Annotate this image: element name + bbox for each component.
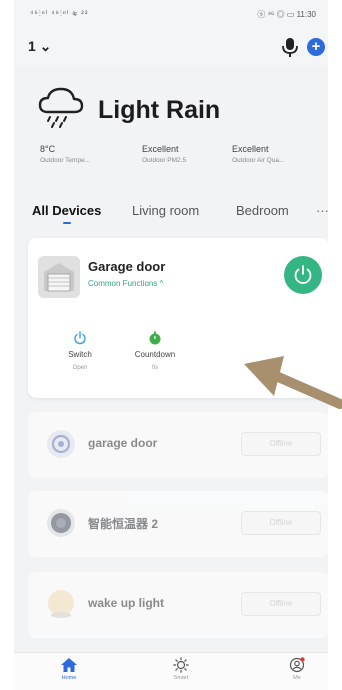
status-clock-text: ⓢ ⁴⁶ ◎ ▭ 11:30 <box>257 10 316 19</box>
more-tabs-button[interactable]: ··· <box>316 203 328 218</box>
nav-label: Smart <box>173 675 189 681</box>
weather-stat-air-quality: Excellent Outdoor Air Qua... <box>232 144 284 164</box>
tab-bedroom[interactable]: Bedroom <box>236 203 289 218</box>
rain-cloud-icon <box>36 86 88 130</box>
garage-door-icon <box>38 256 80 298</box>
offline-badge: Offline <box>241 511 321 535</box>
top-bar: 1 ⌄ + <box>14 30 328 66</box>
status-bar: ⁴⁶⫶ⁿˡ ⁴⁶⫶ⁿˡ ≋ ²² ⓢ ⁴⁶ ◎ ▭ 11:30 <box>14 0 328 30</box>
home-selector[interactable]: 1 ⌄ <box>28 38 51 55</box>
weather-stat-value: Excellent <box>142 144 179 154</box>
tab-all-devices[interactable]: All Devices <box>32 203 101 218</box>
room-tabs: All Devices Living room Bedroom ··· <box>14 200 328 224</box>
device-name: garage door <box>88 436 158 450</box>
bottom-navigation: Home Smart Me <box>14 652 328 690</box>
microphone-icon[interactable] <box>280 36 300 58</box>
weather-stat-temperature: 8°C Outdoor Tempe... <box>40 144 90 164</box>
light-icon <box>45 588 77 620</box>
function-switch[interactable]: Switch Open <box>50 330 110 371</box>
thermostat-icon <box>45 507 77 539</box>
common-functions-toggle[interactable]: Common Functions ^ <box>88 279 163 288</box>
nav-smart[interactable]: Smart <box>156 657 206 681</box>
offline-badge: Offline <box>241 432 321 456</box>
weather-stat-label: Outdoor PM2.5 <box>142 157 187 164</box>
weather-stat-pm25: Excellent Outdoor PM2.5 <box>142 144 186 164</box>
app-screen: ⁴⁶⫶ⁿˡ ⁴⁶⫶ⁿˡ ≋ ²² ⓢ ⁴⁶ ◎ ▭ 11:30 1 ⌄ + Li… <box>14 0 328 690</box>
function-name: Switch <box>68 350 92 359</box>
power-button[interactable] <box>284 256 322 294</box>
weather-stat-value: 8°C <box>40 144 56 154</box>
function-value: 0s <box>151 365 159 371</box>
device-name: Garage door <box>88 259 166 274</box>
function-name: Countdown <box>134 350 176 359</box>
nav-label: Me <box>293 675 301 681</box>
timer-icon <box>125 330 185 346</box>
add-device-button[interactable]: + <box>307 38 325 56</box>
weather-stat-label: Outdoor Tempe... <box>40 157 91 164</box>
function-countdown[interactable]: Countdown 0s <box>125 330 185 371</box>
device-card-offline[interactable]: wake up light Offline <box>28 572 328 638</box>
device-name: 智能恒温器 2 <box>88 517 159 531</box>
status-signal-text: ⁴⁶⫶ⁿˡ ⁴⁶⫶ⁿˡ ≋ ²² <box>30 9 89 18</box>
active-tab-indicator <box>63 222 71 224</box>
weather-stat-label: Outdoor Air Qua... <box>232 157 285 164</box>
device-card-offline[interactable]: 智能恒温器 2 Offline <box>28 491 328 557</box>
device-ring-icon <box>45 428 77 460</box>
tab-living-room[interactable]: Living room <box>132 203 199 218</box>
power-icon <box>50 330 110 346</box>
nav-home[interactable]: Home <box>44 657 94 681</box>
device-name: wake up light <box>88 596 165 610</box>
profile-icon <box>289 657 305 673</box>
home-icon <box>61 658 77 672</box>
device-card-offline[interactable]: garage door Offline <box>28 412 328 478</box>
sun-icon <box>173 657 189 673</box>
nav-label: Home <box>61 675 77 681</box>
weather-condition: Light Rain <box>98 96 221 124</box>
annotation-arrow-icon <box>244 356 342 409</box>
weather-stat-value: Excellent <box>232 144 269 154</box>
offline-badge: Offline <box>241 592 321 616</box>
function-value: Open <box>72 365 88 371</box>
nav-me[interactable]: Me <box>272 657 322 681</box>
